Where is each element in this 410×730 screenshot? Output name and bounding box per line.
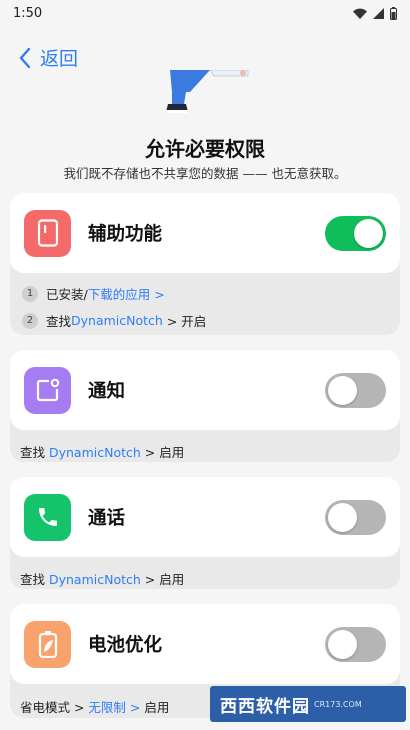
app-name-link[interactable]: DynamicNotch — [49, 572, 141, 587]
step-1: 1 已安装/ 下载的应用 > — [22, 284, 165, 303]
permission-card-accessibility[interactable]: 辅助功能 — [10, 193, 400, 273]
step-2: 2 查找 DynamicNotch > 开启 — [22, 311, 206, 330]
battery-hint: 省电模式 > 无限制 > 启用 — [20, 697, 169, 716]
page-subtitle: 我们既不存储也不共享您的数据 —— 也无意获取。 — [63, 166, 347, 181]
signal-icon — [373, 7, 384, 19]
status-bar: 1:50 — [0, 0, 410, 26]
status-icons — [353, 6, 397, 20]
permission-group-accessibility: 辅助功能 1 已安装/ 下载的应用 > 2 查找 DynamicNotch > … — [10, 193, 400, 335]
unrestricted-link[interactable]: 无限制 > — [88, 700, 140, 715]
permission-label: 通知 — [88, 381, 126, 402]
phone-icon — [24, 493, 71, 541]
status-time: 1:50 — [13, 5, 43, 21]
phone-hint: 查找 DynamicNotch > 启用 — [20, 569, 184, 588]
person-illustration — [166, 70, 249, 113]
permission-card-battery[interactable]: 电池优化 — [10, 604, 400, 684]
hint-text: 查找 — [20, 572, 49, 587]
permission-label: 辅助功能 — [88, 224, 163, 245]
battery-toggle[interactable] — [325, 626, 386, 662]
step-text: 已安装/ — [46, 287, 88, 302]
back-label: 返回 — [40, 48, 79, 70]
accessibility-toggle[interactable] — [325, 215, 386, 251]
hint-suffix: > 启用 — [140, 572, 185, 587]
wifi-icon — [353, 8, 367, 19]
hint-suffix: 启用 — [140, 700, 170, 715]
downloaded-apps-link[interactable]: 下载的应用 > — [88, 284, 165, 303]
toggle-knob — [354, 218, 383, 248]
back-button[interactable]: 返回 — [18, 44, 78, 71]
site-watermark: 西西软件园 CR173.COM — [210, 686, 406, 722]
toggle-knob — [328, 502, 357, 532]
hint-text: 省电模式 > — [20, 700, 89, 715]
notification-icon — [24, 366, 71, 414]
step-number: 1 — [22, 285, 38, 302]
permission-card-notification[interactable]: 通知 — [10, 350, 400, 430]
page-title: 允许必要权限 — [145, 137, 265, 161]
permission-group-phone: 通话 查找 DynamicNotch > 启用 — [10, 477, 400, 589]
toggle-knob — [328, 375, 357, 405]
step-suffix: > 开启 — [162, 314, 207, 329]
step-text: 查找 — [46, 314, 72, 329]
phone-toggle[interactable] — [325, 499, 386, 535]
permission-label: 通话 — [88, 508, 126, 529]
step-number: 2 — [22, 312, 38, 329]
notification-hint: 查找 DynamicNotch > 启用 — [20, 442, 184, 461]
permission-label: 电池优化 — [88, 635, 163, 656]
hint-suffix: > 启用 — [140, 445, 185, 460]
hint-text: 查找 — [20, 445, 49, 460]
chevron-left-icon — [19, 47, 31, 68]
app-name-link[interactable]: DynamicNotch — [71, 313, 163, 328]
phone-frame-icon — [24, 209, 71, 257]
permission-group-notification: 通知 查找 DynamicNotch > 启用 — [10, 350, 400, 462]
permission-card-phone[interactable]: 通话 — [10, 477, 400, 557]
battery-leaf-icon — [24, 620, 71, 668]
toggle-knob — [328, 629, 357, 659]
app-name-link[interactable]: DynamicNotch — [49, 445, 141, 460]
watermark-sub: CR173.COM — [314, 699, 362, 709]
battery-icon — [390, 6, 397, 20]
watermark-text: 西西软件园 — [220, 696, 310, 717]
notification-toggle[interactable] — [325, 372, 386, 408]
